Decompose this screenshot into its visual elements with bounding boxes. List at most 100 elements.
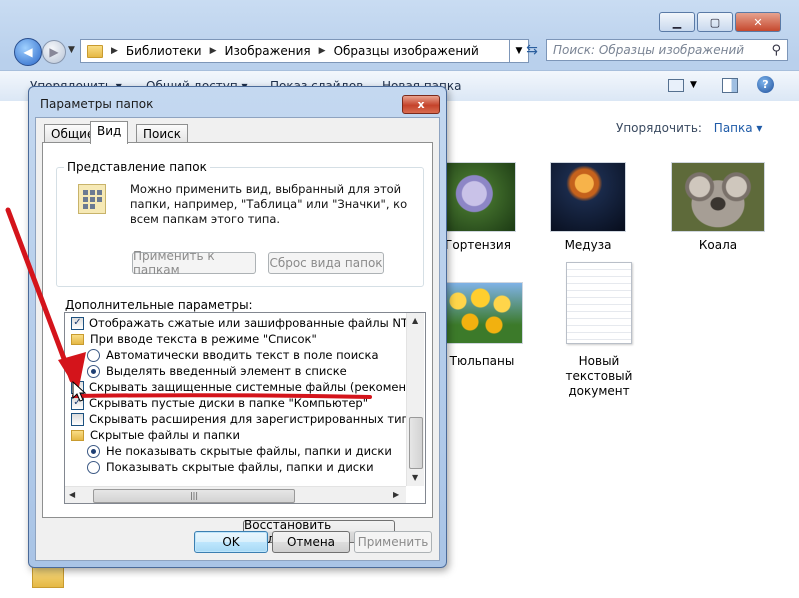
folder-icon (87, 44, 103, 58)
settings-option-row[interactable]: ✓ Отображать сжатые или зашифрованные фай… (71, 315, 426, 331)
radio-button[interactable] (87, 460, 100, 474)
chevron-down-icon[interactable]: ▼ (690, 80, 697, 90)
breadcrumb-item[interactable]: Библиотеки (126, 44, 202, 58)
settings-option-label: Скрывать пустые диски в папке "Компьютер… (89, 396, 368, 410)
back-button[interactable]: ◀ (14, 38, 42, 66)
file-item-koala[interactable]: Коала (670, 162, 766, 252)
horizontal-scroll-thumb[interactable]: ||| (93, 489, 295, 503)
horizontal-scrollbar[interactable]: ◀ ||| ▶ (65, 486, 406, 503)
radio-button[interactable] (87, 444, 100, 458)
search-input[interactable]: Поиск: Образцы изображений ⚲ (546, 39, 788, 61)
file-item-jellyfish[interactable]: Медуза (550, 162, 626, 252)
settings-option-label: Не показывать скрытые файлы, папки и дис… (106, 444, 392, 458)
preview-pane-icon[interactable] (722, 78, 738, 93)
maximize-icon: ▢ (709, 15, 721, 29)
tab-view[interactable]: Вид (90, 121, 129, 144)
refresh-button[interactable]: ⇆ (520, 39, 544, 61)
window-controls: ▁ ▢ ✕ (659, 12, 781, 32)
forward-button[interactable]: ▶ (42, 40, 66, 64)
search-placeholder: Поиск: Образцы изображений (553, 43, 745, 57)
arrange-value[interactable]: Папка ▾ (714, 121, 763, 135)
checkbox[interactable] (71, 412, 84, 426)
scroll-up-icon[interactable]: ▲ (412, 316, 418, 325)
apply-button[interactable]: Применить (354, 531, 432, 553)
checkbox[interactable]: ✓ (71, 380, 84, 394)
reset-folders-button[interactable]: Сброс вида папок (268, 252, 384, 274)
settings-group-row: Скрытые файлы и папки (71, 427, 240, 443)
checkbox[interactable]: ✓ (71, 396, 84, 410)
arrow-left-icon: ◀ (23, 45, 33, 59)
apply-to-folders-button[interactable]: Применить к папкам (132, 249, 256, 277)
file-item-hydrangea[interactable]: Гортензия (440, 162, 516, 252)
settings-option-row[interactable]: Не показывать скрытые файлы, папки и дис… (87, 443, 392, 459)
file-name: Тюльпаны (449, 354, 515, 368)
advanced-settings-list: ✓ Отображать сжатые или зашифрованные фай… (64, 312, 426, 504)
settings-option-row[interactable]: Выделять введенный элемент в списке (87, 363, 347, 379)
scroll-left-icon[interactable]: ◀ (69, 490, 75, 499)
settings-option-label: Скрывать расширения для зарегистрированн… (89, 412, 426, 426)
settings-option-label: Скрывать защищенные системные файлы (рек… (89, 380, 421, 394)
close-icon: x (417, 98, 425, 111)
advanced-settings-label: Дополнительные параметры: (65, 298, 253, 312)
cancel-button[interactable]: Отмена (272, 531, 350, 553)
folder-icon (32, 566, 64, 588)
folder-view-description: Можно применить вид, выбранный для этой … (130, 182, 408, 226)
scroll-right-icon[interactable]: ▶ (393, 490, 399, 499)
breadcrumb-item[interactable]: Образцы изображений (334, 44, 479, 58)
settings-option-row[interactable]: Автоматически вводить текст в поле поиск… (87, 347, 379, 363)
folder-icon (71, 333, 84, 345)
breadcrumb-separator-icon[interactable]: ▶ (210, 46, 217, 56)
arrow-right-icon: ▶ (49, 45, 59, 59)
radio-button[interactable] (87, 364, 100, 378)
image-thumbnail (440, 162, 516, 232)
folder-view-group-label: Представление папок (64, 160, 210, 174)
close-window-button[interactable]: ✕ (735, 12, 781, 32)
settings-option-label: Скрытые файлы и папки (90, 428, 240, 442)
settings-option-row[interactable]: Скрывать расширения для зарегистрированн… (71, 411, 426, 427)
settings-option-label: Выделять введенный элемент в списке (106, 364, 347, 378)
arrange-by: Упорядочить: Папка ▾ (616, 121, 762, 135)
breadcrumb-separator-icon[interactable]: ▶ (319, 46, 326, 56)
tab-search[interactable]: Поиск (136, 124, 189, 143)
settings-option-label: Показывать скрытые файлы, папки и диски (106, 460, 374, 474)
file-item-text-document[interactable]: Новый текстовый документ (556, 262, 642, 399)
image-thumbnail (441, 282, 523, 344)
search-icon[interactable]: ⚲ (771, 43, 781, 58)
file-name: Коала (698, 238, 738, 252)
minimize-button[interactable]: ▁ (659, 12, 695, 32)
recent-pages-dropdown[interactable]: ▼ (68, 45, 75, 55)
minimize-icon: ▁ (672, 15, 682, 29)
maximize-button[interactable]: ▢ (697, 12, 733, 32)
vertical-scrollbar[interactable]: ▲ ▼ (406, 313, 424, 486)
settings-option-row[interactable]: ✓ Скрывать пустые диски в папке "Компьюте… (71, 395, 368, 411)
breadcrumb-separator-icon[interactable]: ▶ (111, 46, 118, 56)
radio-button[interactable] (87, 348, 100, 362)
image-thumbnail (671, 162, 765, 232)
refresh-icon: ⇆ (526, 42, 538, 58)
breadcrumb: ▶ Библиотеки ▶ Изображения ▶ Образцы изо… (87, 44, 479, 58)
file-item-tulips[interactable]: Тюльпаны (440, 282, 524, 368)
folder-options-dialog: Параметры папок x Общие Вид Поиск Предст… (28, 86, 447, 568)
settings-option-row[interactable]: ✓ Скрывать защищенные системные файлы (ре… (71, 379, 421, 395)
settings-group-row: При вводе текста в режиме "Список" (71, 331, 317, 347)
settings-option-label: При вводе текста в режиме "Список" (90, 332, 317, 346)
dialog-close-button[interactable]: x (402, 95, 440, 114)
help-icon[interactable]: ? (757, 76, 774, 93)
settings-option-label: Отображать сжатые или зашифрованные файл… (89, 316, 426, 330)
folder-icon (71, 429, 84, 441)
text-document-icon (566, 262, 632, 344)
dialog-title: Параметры папок (40, 97, 154, 111)
file-name: Новый текстовый документ (565, 354, 633, 398)
checkbox[interactable]: ✓ (71, 316, 84, 330)
dialog-body: Общие Вид Поиск Представление папок Можн… (35, 117, 440, 561)
settings-option-row[interactable]: Показывать скрытые файлы, папки и диски (87, 459, 374, 475)
view-options-icon[interactable] (668, 79, 684, 92)
file-name: Гортензия (445, 238, 511, 252)
folder-view-icon (78, 184, 106, 214)
address-bar[interactable]: ▶ Библиотеки ▶ Изображения ▶ Образцы изо… (80, 39, 510, 63)
breadcrumb-item[interactable]: Изображения (225, 44, 311, 58)
scroll-down-icon[interactable]: ▼ (412, 473, 418, 482)
ok-button[interactable]: OK (194, 531, 268, 553)
file-name: Медуза (564, 238, 612, 252)
vertical-scroll-thumb[interactable] (409, 417, 423, 469)
